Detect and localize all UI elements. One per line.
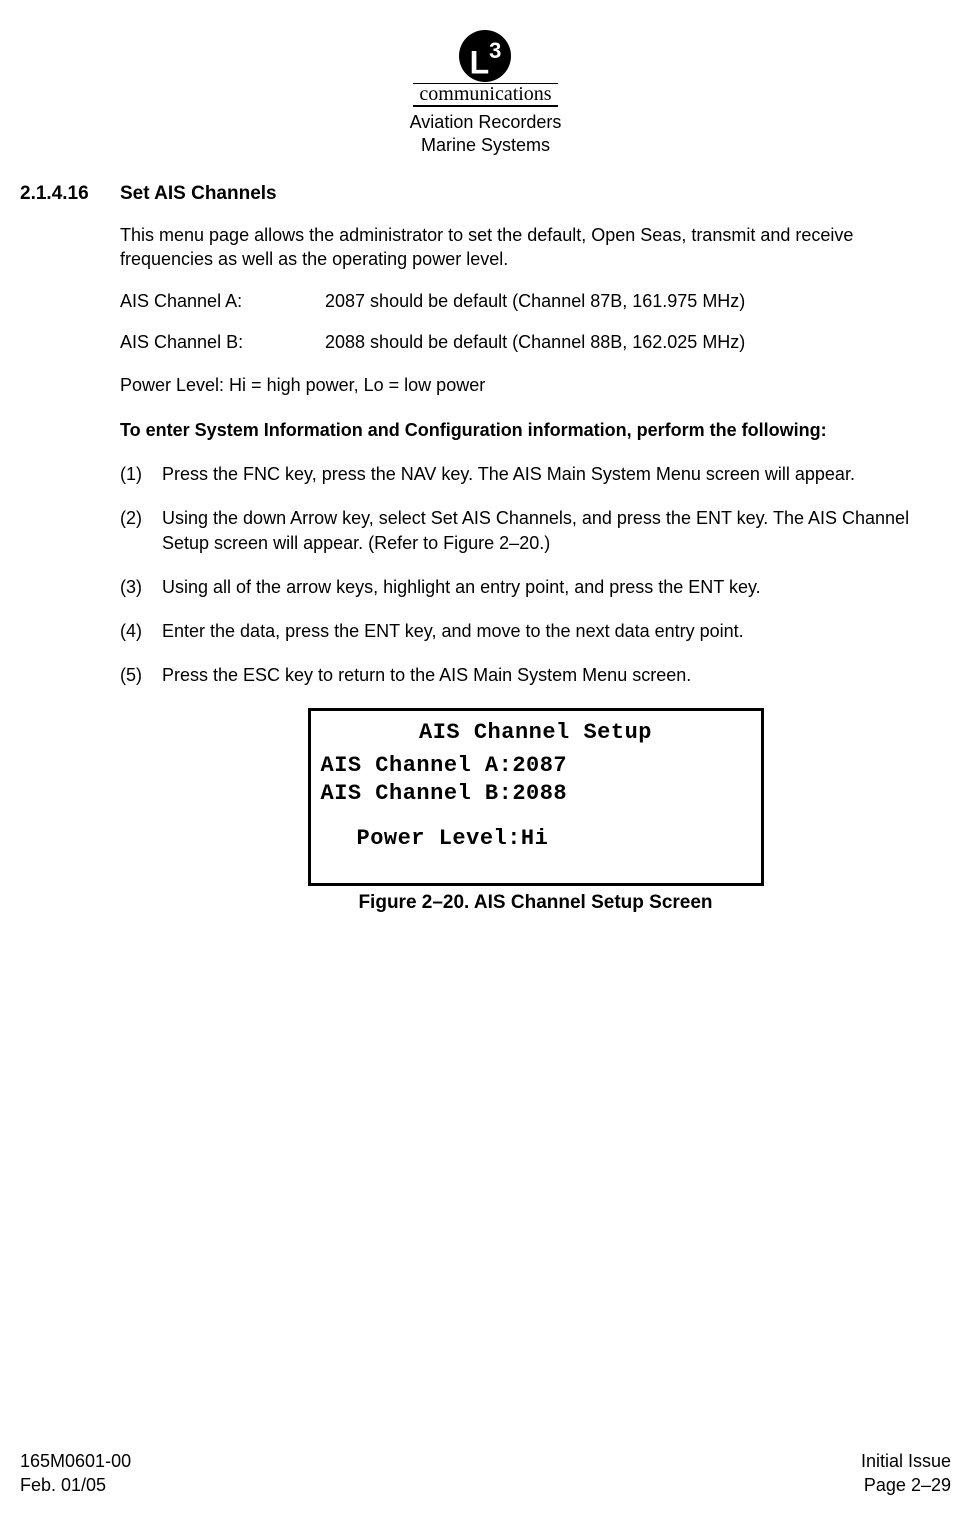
screen-line-b: AIS Channel B:2088 [321, 780, 751, 808]
channel-a-label: AIS Channel A: [120, 291, 320, 312]
page-header: L3 communications Aviation Recorders Mar… [20, 30, 951, 158]
section-title: Set AIS Channels [120, 183, 277, 205]
brand-logo: L3 communications [413, 30, 557, 107]
figure-caption: Figure 2–20. AIS Channel Setup Screen [120, 892, 951, 914]
header-subtitle: Aviation Recorders Marine Systems [20, 111, 951, 158]
step-3: Using all of the arrow keys, highlight a… [120, 575, 951, 599]
doc-date: Feb. 01/05 [20, 1474, 131, 1497]
step-2: Using the down Arrow key, select Set AIS… [120, 506, 951, 555]
instruction-heading: To enter System Information and Configur… [120, 418, 951, 442]
channel-b-row: AIS Channel B: 2088 should be default (C… [120, 332, 951, 353]
header-line-2: Marine Systems [20, 134, 951, 157]
logo-word: communications [413, 83, 557, 107]
section-body: This menu page allows the administrator … [120, 223, 951, 914]
step-4: Enter the data, press the ENT key, and m… [120, 619, 951, 643]
step-1: Press the FNC key, press the NAV key. Th… [120, 462, 951, 486]
intro-paragraph: This menu page allows the administrator … [120, 223, 951, 272]
ais-channel-setup-screen: AIS Channel Setup AIS Channel A:2087 AIS… [308, 708, 764, 886]
screen-line-a: AIS Channel A:2087 [321, 752, 751, 780]
page-footer: 165M0601-00 Feb. 01/05 Initial Issue Pag… [20, 1450, 951, 1497]
logo-number: 3 [489, 38, 501, 63]
logo-letter: L [470, 45, 490, 81]
step-5: Press the ESC key to return to the AIS M… [120, 663, 951, 687]
channel-a-value: 2087 should be default (Channel 87B, 161… [325, 291, 745, 312]
channel-b-value: 2088 should be default (Channel 88B, 162… [325, 332, 745, 353]
header-line-1: Aviation Recorders [20, 111, 951, 134]
section-number: 2.1.4.16 [20, 183, 120, 205]
issue-label: Initial Issue [861, 1450, 951, 1473]
channel-a-row: AIS Channel A: 2087 should be default (C… [120, 291, 951, 312]
screen-power-line: Power Level:Hi [357, 825, 751, 853]
steps-list: Press the FNC key, press the NAV key. Th… [120, 462, 951, 688]
section-heading: 2.1.4.16 Set AIS Channels [20, 183, 951, 205]
channel-b-label: AIS Channel B: [120, 332, 320, 353]
page-number: Page 2–29 [861, 1474, 951, 1497]
screen-title: AIS Channel Setup [321, 719, 751, 747]
footer-right: Initial Issue Page 2–29 [861, 1450, 951, 1497]
power-level-line: Power Level: Hi = high power, Lo = low p… [120, 373, 951, 397]
footer-left: 165M0601-00 Feb. 01/05 [20, 1450, 131, 1497]
doc-number: 165M0601-00 [20, 1450, 131, 1473]
l3-logo-icon: L3 [459, 30, 511, 82]
